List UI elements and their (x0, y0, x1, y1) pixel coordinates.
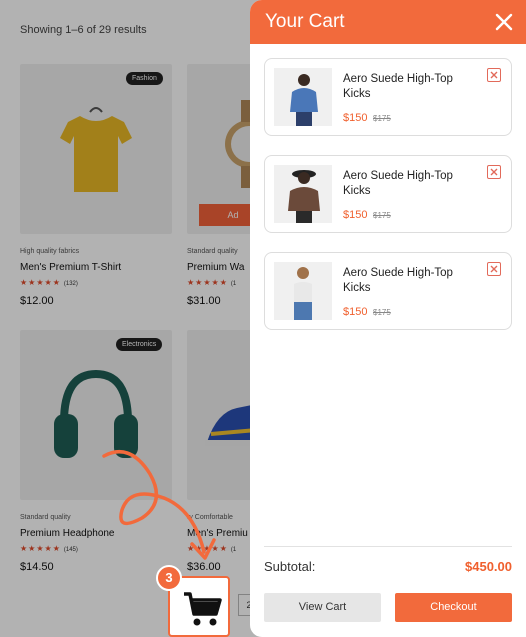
item-thumbnail[interactable] (274, 165, 332, 223)
item-thumbnail[interactable] (274, 262, 332, 320)
item-old-price: $175 (373, 211, 391, 220)
model-brown-jacket-image (288, 170, 320, 223)
remove-icon (490, 71, 498, 79)
subtotal-label: Subtotal: (264, 559, 316, 574)
item-name[interactable]: Aero Suede High-Top Kicks (343, 72, 453, 102)
item-thumbnail[interactable] (274, 68, 332, 126)
cart-item: Aero Suede High-Top Kicks $150 $175 (264, 58, 512, 136)
cart-item: Aero Suede High-Top Kicks $150 $175 (264, 155, 512, 233)
item-price: $150 (343, 306, 368, 318)
item-name[interactable]: Aero Suede High-Top Kicks (343, 169, 453, 199)
remove-item-button[interactable] (487, 262, 501, 276)
cart-panel: Your Cart Aero Suede High-Top Kicks $150… (250, 0, 526, 637)
model-denim-jacket-image (290, 74, 318, 126)
remove-icon (490, 168, 498, 176)
cart-item: Aero Suede High-Top Kicks $150 $175 (264, 252, 512, 330)
shopping-cart-icon (184, 592, 222, 626)
subtotal-divider (264, 546, 512, 547)
item-price: $150 (343, 112, 368, 124)
remove-item-button[interactable] (487, 68, 501, 82)
item-price: $150 (343, 209, 368, 221)
item-old-price: $175 (373, 308, 391, 317)
item-old-price: $175 (373, 114, 391, 123)
cart-title: Your Cart (265, 11, 345, 32)
close-icon (495, 13, 513, 31)
view-cart-button[interactable]: View Cart (264, 593, 381, 622)
curved-arrow-icon (102, 450, 216, 560)
checkout-button[interactable]: Checkout (395, 593, 512, 622)
remove-item-button[interactable] (487, 165, 501, 179)
model-white-top-image (294, 267, 312, 320)
item-name[interactable]: Aero Suede High-Top Kicks (343, 266, 453, 296)
cart-header: Your Cart (250, 0, 526, 44)
cart-count-badge: 3 (156, 565, 182, 591)
subtotal-value: $450.00 (465, 559, 512, 574)
close-button[interactable] (494, 12, 514, 32)
remove-icon (490, 265, 498, 273)
